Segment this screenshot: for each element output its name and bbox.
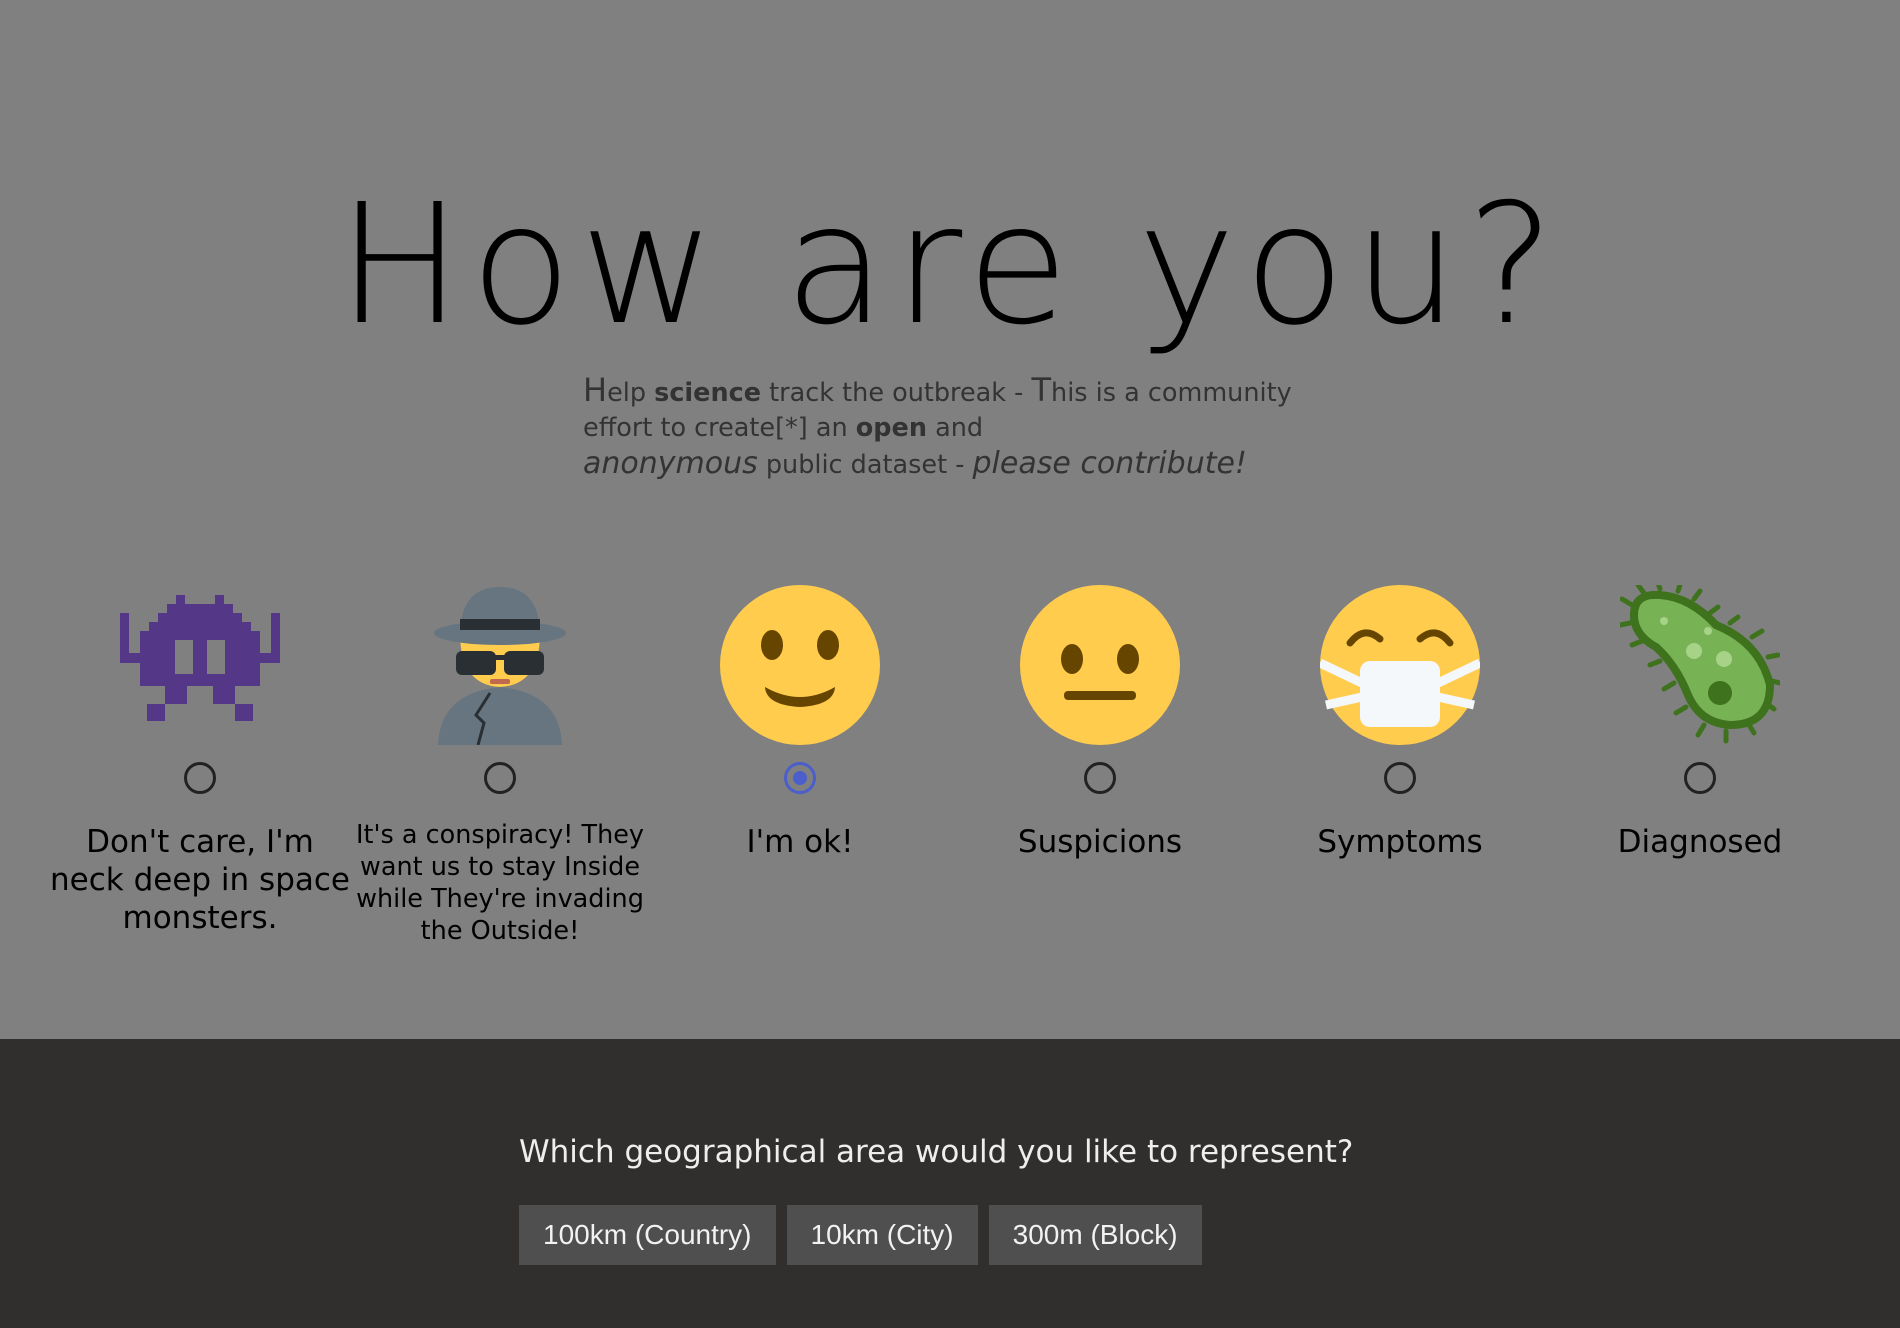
status-label-diagnosed: Diagnosed <box>1617 824 1783 860</box>
status-label-space-monsters: Don't care, I'm neck deep in space monst… <box>50 824 350 936</box>
status-label-conspiracy: It's a conspiracy! They want us to stay … <box>355 820 645 946</box>
status-label-suspicions: Suspicions <box>1017 824 1183 860</box>
page-subtitle: Help science track the outbreak - This i… <box>583 373 1343 483</box>
subtitle-please: please contribute! <box>972 446 1247 481</box>
slightly-smiling-face-icon <box>720 585 880 745</box>
subtitle-public: public dataset - <box>757 450 973 480</box>
status-radio-ok[interactable] <box>784 762 816 794</box>
status-radio-diagnosed[interactable] <box>1684 762 1716 794</box>
detective-icon <box>434 587 566 745</box>
subtitle-and: and <box>926 413 984 443</box>
page-title: How are you? <box>337 169 1563 362</box>
microbe-icon <box>1620 585 1780 744</box>
face-with-medical-mask-icon <box>1320 585 1480 745</box>
subtitle-open: open <box>855 413 927 443</box>
status-radio-space-monsters[interactable] <box>184 762 216 794</box>
area-button-city[interactable]: 10km (City) <box>786 1205 978 1265</box>
subtitle-this-cap: T <box>1031 371 1052 409</box>
status-label-ok: I'm ok! <box>746 824 854 860</box>
geo-question: Which geographical area would you like t… <box>519 1134 1354 1170</box>
subtitle-science: science <box>654 378 762 408</box>
status-radio-symptoms[interactable] <box>1384 762 1416 794</box>
subtitle-help-cap: H <box>583 371 608 409</box>
status-radio-conspiracy[interactable] <box>484 762 516 794</box>
status-section: How are you? Help science track the outb… <box>0 0 1900 1039</box>
subtitle-anonymous: anonymous <box>583 446 758 481</box>
subtitle-help-rest: elp <box>607 378 655 408</box>
alien-monster-icon <box>120 595 280 721</box>
geo-section <box>0 1039 1900 1328</box>
subtitle-track: track the outbreak - <box>761 378 1032 408</box>
geo-area-buttons: 100km (Country) 10km (City) 300m (Block) <box>519 1205 1202 1265</box>
status-radio-suspicions[interactable] <box>1084 762 1116 794</box>
status-options: Don't care, I'm neck deep in space monst… <box>0 585 1900 965</box>
area-button-country[interactable]: 100km (Country) <box>519 1205 776 1265</box>
area-button-block[interactable]: 300m (Block) <box>988 1205 1202 1265</box>
status-label-symptoms: Symptoms <box>1317 824 1483 860</box>
neutral-face-icon <box>1020 585 1180 745</box>
